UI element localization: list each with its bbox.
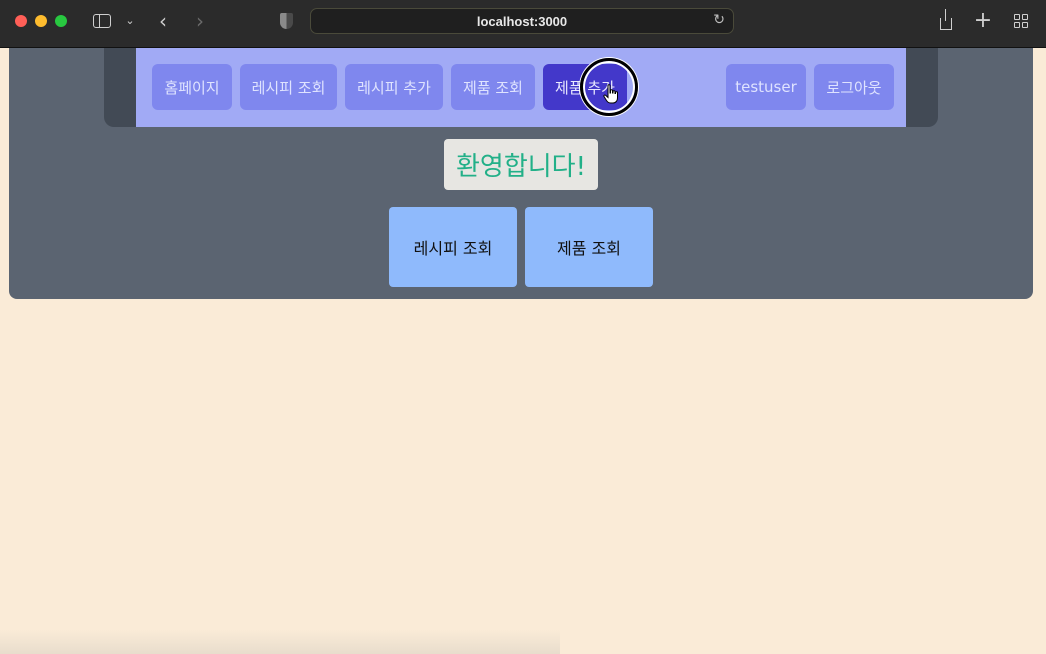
url-text: localhost:3000 <box>476 13 568 29</box>
minimize-window-button[interactable] <box>35 15 47 27</box>
share-icon[interactable] <box>936 9 956 32</box>
nav-user-button[interactable]: testuser <box>726 64 806 110</box>
address-bar[interactable]: localhost:3000 ↻ <box>310 8 734 34</box>
recipe-list-button[interactable]: 레시피 조회 <box>389 207 517 287</box>
back-icon[interactable]: ‹ <box>154 10 172 32</box>
bottom-shadow <box>0 630 560 654</box>
welcome-heading: 환영합니다! <box>444 139 598 190</box>
reload-icon[interactable]: ↻ <box>713 12 725 28</box>
chevron-down-icon[interactable]: ⌄ <box>123 10 137 32</box>
nav-product-add-button[interactable]: 제품 추가 <box>543 64 627 110</box>
close-window-button[interactable] <box>15 15 27 27</box>
tab-overview-icon[interactable] <box>1011 10 1031 32</box>
logout-button[interactable]: 로그아웃 <box>814 64 894 110</box>
new-tab-icon[interactable]: + <box>973 10 993 32</box>
forward-icon[interactable]: › <box>191 10 209 32</box>
nav-product-list-button[interactable]: 제품 조회 <box>451 64 535 110</box>
product-list-button[interactable]: 제품 조회 <box>525 207 653 287</box>
browser-toolbar: ⌄ ‹ › localhost:3000 ↻ + <box>0 0 1046 48</box>
sidebar-icon[interactable] <box>91 10 113 32</box>
privacy-shield-icon[interactable] <box>277 10 295 32</box>
nav-recipe-list-button[interactable]: 레시피 조회 <box>240 64 337 110</box>
fullscreen-window-button[interactable] <box>55 15 67 27</box>
nav-home-button[interactable]: 홈페이지 <box>152 64 232 110</box>
nav-recipe-add-button[interactable]: 레시피 추가 <box>345 64 443 110</box>
